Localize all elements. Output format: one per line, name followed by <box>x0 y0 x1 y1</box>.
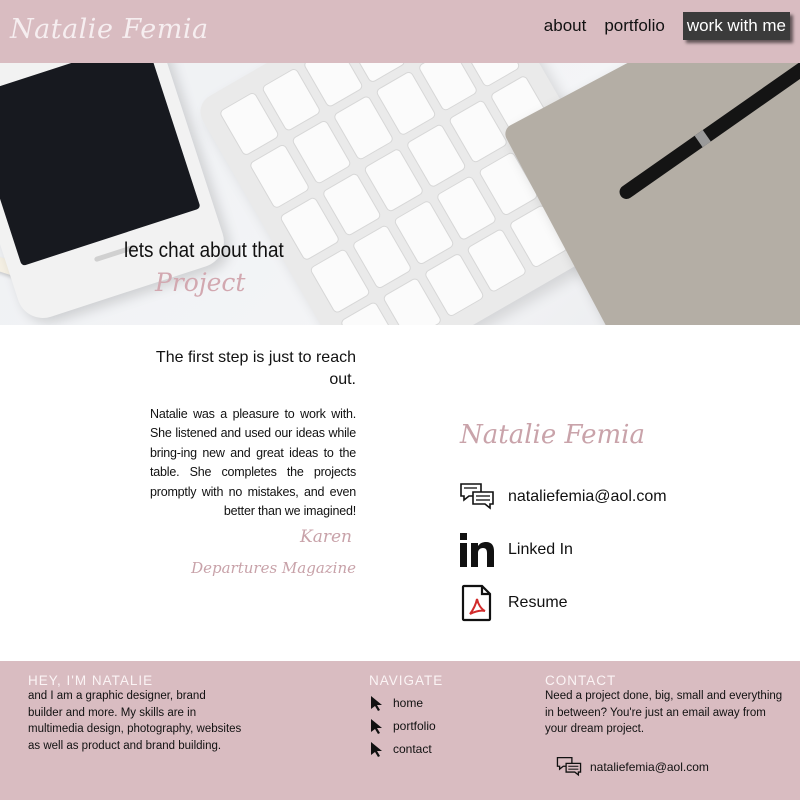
main-nav: about portfolio work with me <box>526 12 790 40</box>
chat-bubbles-icon <box>556 756 582 777</box>
site-header: Natalie Femia about portfolio work with … <box>0 0 800 63</box>
testimonial-quote: Natalie was a pleasure to work with. She… <box>150 407 356 519</box>
hero-tagline: lets chat about that <box>124 239 284 262</box>
nav-work-with-me-button[interactable]: work with me <box>682 12 790 40</box>
testimonial-heading: The first step is just to reach out. <box>155 349 356 388</box>
testimonial-author: Karen <box>300 527 352 547</box>
chat-bubbles-icon <box>458 478 496 516</box>
testimonial-organization: Departures Magazine <box>191 559 356 577</box>
footer-nav-contact[interactable]: contact <box>369 737 489 760</box>
contact-linkedin-label[interactable]: Linked In <box>508 541 573 559</box>
footer-email-link[interactable]: nataliefemia@aol.com <box>556 756 709 778</box>
site-footer: HEY, I'M NATALIE and I am a graphic desi… <box>0 661 800 800</box>
cursor-arrow-icon <box>371 718 382 734</box>
hero-banner: lets chat about that Project <box>0 63 800 325</box>
nav-portfolio-link[interactable]: portfolio <box>604 16 664 36</box>
linkedin-icon <box>458 531 496 569</box>
footer-contact-title: CONTACT <box>545 673 617 688</box>
cursor-arrow-icon <box>371 695 382 711</box>
footer-navigate: NAVIGATE home portfolio contact <box>369 673 489 760</box>
footer-nav-home[interactable]: home <box>369 691 489 714</box>
contact-linkedin-row[interactable]: Linked In <box>458 531 573 569</box>
site-logo[interactable]: Natalie Femia <box>10 14 209 45</box>
contact-email-row[interactable]: nataliefemia@aol.com <box>458 478 667 516</box>
cursor-arrow-icon <box>371 741 382 757</box>
testimonial: The first step is just to reach out. Nat… <box>150 347 356 577</box>
hero-tagline-script: Project <box>155 268 246 297</box>
footer-email-label[interactable]: nataliefemia@aol.com <box>590 760 709 774</box>
contact-resume-row[interactable]: Resume <box>458 584 568 622</box>
footer-contact-text: Need a project done, big, small and ever… <box>545 690 783 735</box>
footer-about-title: HEY, I'M NATALIE <box>28 673 154 688</box>
contact-email-label[interactable]: nataliefemia@aol.com <box>508 488 667 506</box>
footer-nav-home-label[interactable]: home <box>393 696 423 710</box>
footer-nav-contact-label[interactable]: contact <box>393 742 432 756</box>
footer-nav-portfolio-label[interactable]: portfolio <box>393 719 436 733</box>
footer-nav-portfolio[interactable]: portfolio <box>369 714 489 737</box>
footer-contact: CONTACT Need a project done, big, small … <box>545 673 785 738</box>
contact-card-name: Natalie Femia <box>460 420 645 450</box>
nav-about-link[interactable]: about <box>544 16 587 36</box>
pdf-file-icon <box>458 584 496 622</box>
footer-about: HEY, I'M NATALIE and I am a graphic desi… <box>28 673 243 754</box>
footer-about-text: and I am a graphic designer, brand build… <box>28 690 242 752</box>
contact-resume-label[interactable]: Resume <box>508 594 568 612</box>
footer-navigate-title: NAVIGATE <box>369 673 444 688</box>
